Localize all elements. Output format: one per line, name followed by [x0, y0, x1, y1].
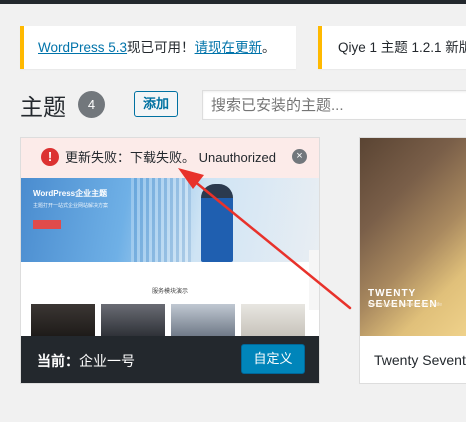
screenshot-hero: WordPress企业主题 主题打开一站式企业网站解决方案 — [21, 178, 319, 262]
customize-button[interactable]: 自定义 — [241, 344, 305, 374]
active-theme-card[interactable]: ! 更新失败：下载失败。 Unauthorized × WordPress企业主… — [20, 137, 320, 384]
add-theme-button[interactable]: 添加 — [134, 91, 178, 117]
update-available-text: 现已可用！ — [127, 40, 195, 55]
core-update-notice: WordPress 5.3现已可用！请现在更新。 — [20, 26, 296, 69]
theme-card-twenty-seventeen[interactable]: TWENTY SEVENTEEN Bringing your business'… — [359, 137, 466, 384]
thumbnail-3 — [171, 304, 235, 336]
active-theme-footer: 当前：企业一号 自定义 — [21, 336, 319, 383]
theme-screenshot[interactable]: WordPress企业主题 主题打开一站式企业网站解决方案 服务模块演示 — [21, 178, 319, 336]
current-label: 当前： — [37, 353, 79, 369]
building-graphic — [131, 178, 191, 262]
theme-update-notice: Qiye 1 主题 1.2.1 新版本 — [318, 26, 466, 69]
businessman-graphic — [201, 184, 233, 262]
theme-screenshot-twenty-seventeen[interactable]: TWENTY SEVENTEEN Bringing your business'… — [360, 138, 466, 336]
thumbnail-1 — [31, 304, 95, 336]
update-now-link[interactable]: 请现在更新 — [195, 40, 263, 55]
screenshot-section-title: 服务模块演示 — [151, 289, 188, 295]
screenshot-cta-block — [33, 220, 61, 229]
active-theme-name: 当前：企业一号 — [37, 351, 135, 371]
wordpress-version-link[interactable]: WordPress 5.3 — [38, 40, 127, 55]
theme-name: 企业一号 — [79, 353, 135, 369]
theme-name-twenty-seventeen: Twenty Seventeen — [374, 352, 466, 368]
thumbnail-4 — [241, 304, 305, 336]
update-error-notice: ! 更新失败：下载失败。 Unauthorized × — [21, 138, 319, 178]
thumbnail-2 — [101, 304, 165, 336]
screenshot-hero-subtitle: 主题打开一站式企业网站解决方案 — [33, 203, 109, 209]
screenshot-side-tools — [309, 250, 319, 310]
error-icon: ! — [41, 148, 59, 166]
admin-top-bar — [0, 0, 466, 4]
theme-count-badge: 4 — [78, 91, 105, 118]
page-title: 主题 — [20, 94, 66, 120]
screenshot-hero-title: WordPress企业主题 — [33, 189, 108, 198]
theme-update-text: Qiye 1 主题 1.2.1 新版本 — [338, 40, 466, 55]
screenshot-tagline: Bringing your business' site to life — [368, 302, 443, 308]
dismiss-icon[interactable]: × — [292, 149, 307, 164]
update-error-message: 更新失败：下载失败。 Unauthorized — [65, 150, 276, 165]
notice-period: 。 — [262, 40, 276, 55]
search-installed-themes-input[interactable] — [202, 90, 466, 120]
